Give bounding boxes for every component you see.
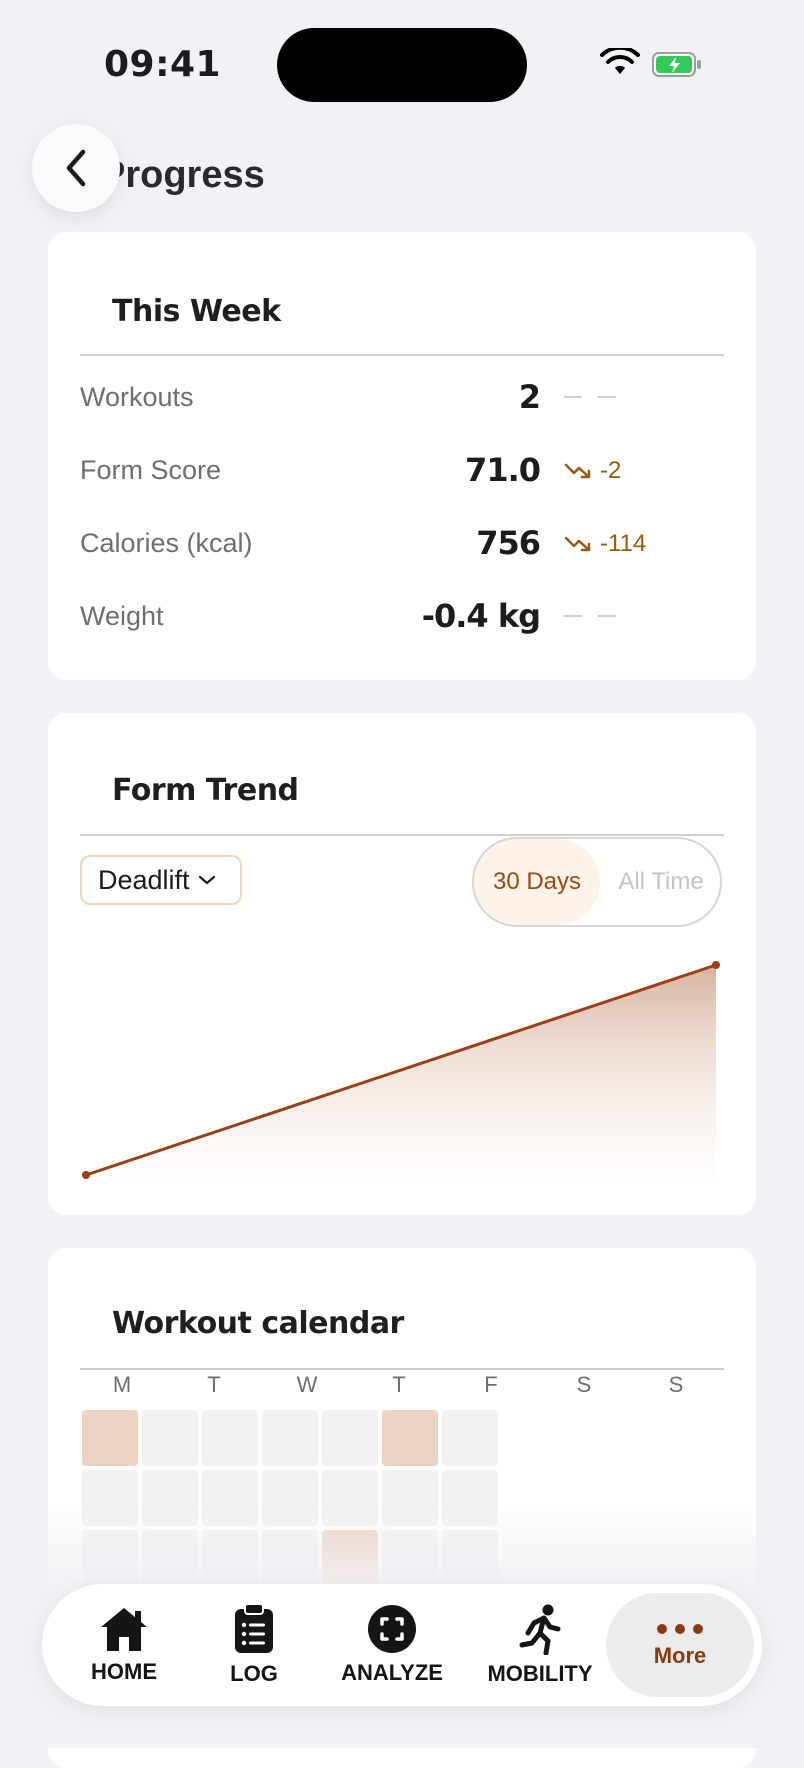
exercise-dropdown[interactable]: Deadlift: [80, 855, 242, 905]
stat-delta-value: -114: [600, 530, 647, 557]
clipboard-icon: [235, 1603, 273, 1653]
tab-log[interactable]: LOG: [192, 1584, 316, 1706]
form-trend-title: Form Trend: [112, 773, 299, 808]
no-change-indicator: [564, 615, 622, 617]
stat-delta: -2: [564, 457, 621, 485]
trend-down-icon: [564, 463, 591, 479]
stat-label: Form Score: [80, 455, 222, 485]
weekday-label: T: [392, 1372, 406, 1397]
form-trend-card: Form Trend Deadlift 30 Days All Time: [48, 713, 756, 1215]
wifi-icon: [600, 48, 640, 74]
weekday-label: T: [207, 1372, 221, 1397]
dynamic-island: [277, 28, 527, 102]
calendar-day-cell: [382, 1410, 438, 1466]
exercise-dropdown-value: Deadlift: [98, 864, 190, 895]
calendar-day-cell: [142, 1410, 198, 1466]
divider: [80, 354, 724, 356]
stat-row-calories: Calories (kcal) 756 -114: [80, 520, 724, 570]
workout-calendar-title: Workout calendar: [112, 1306, 404, 1341]
trend-point: [82, 1171, 90, 1179]
calendar-day-cell: [262, 1410, 318, 1466]
stat-value: 756: [476, 524, 541, 562]
trend-down-icon: [564, 536, 591, 552]
stat-row-workouts: Workouts 2: [80, 374, 724, 424]
this-week-card: This Week Workouts 2 Form Score 71.0 -2 …: [48, 232, 756, 680]
more-dots-icon: [657, 1624, 703, 1634]
stat-value: -0.4 kg: [421, 597, 541, 635]
weekday-label: S: [668, 1372, 684, 1397]
chevron-left-icon: [66, 149, 86, 187]
bottom-tab-bar: HOME LOG ANALYZE MOBILITY More: [42, 1584, 762, 1706]
house-icon: [101, 1608, 147, 1651]
back-button[interactable]: [32, 124, 120, 212]
trend-point: [712, 961, 720, 969]
stat-row-form-score: Form Score 71.0 -2: [80, 447, 724, 497]
tab-label: HOME: [91, 1659, 157, 1684]
calendar-day-cell: [442, 1410, 498, 1466]
tab-mobility[interactable]: MOBILITY: [470, 1584, 610, 1706]
divider: [80, 1368, 724, 1370]
tab-label: MOBILITY: [487, 1661, 593, 1686]
tab-home[interactable]: HOME: [62, 1584, 186, 1706]
tab-analyze[interactable]: ANALYZE: [322, 1584, 462, 1706]
calendar-day-cell: [82, 1410, 138, 1466]
scan-icon: [368, 1605, 416, 1653]
weekday-label: W: [296, 1372, 318, 1397]
weekday-label: S: [576, 1372, 592, 1397]
divider: [80, 834, 724, 836]
range-option-all-time[interactable]: All Time: [600, 839, 722, 925]
weekday-label: M: [112, 1372, 132, 1397]
this-week-title: This Week: [112, 294, 281, 329]
stat-delta: -114: [564, 530, 646, 558]
range-segmented-control: 30 Days All Time: [472, 837, 722, 927]
no-change-indicator: [564, 396, 622, 398]
tab-more[interactable]: More: [606, 1593, 754, 1697]
stat-label: Workouts: [80, 382, 194, 412]
chevron-down-icon: [198, 875, 215, 885]
stat-row-weight: Weight -0.4 kg: [80, 593, 724, 643]
tab-label: LOG: [230, 1661, 278, 1686]
runner-icon: [519, 1604, 561, 1655]
tab-label: More: [653, 1643, 707, 1668]
battery-icon: [652, 52, 701, 77]
stat-value: 2: [518, 378, 541, 416]
status-time: 09:41: [104, 44, 222, 85]
stat-label: Weight: [80, 601, 164, 631]
calendar-day-cell: [202, 1410, 258, 1466]
page-title: Progress: [100, 154, 265, 196]
form-trend-chart: [82, 961, 720, 1181]
range-option-30-days[interactable]: 30 Days: [474, 839, 600, 925]
tab-label: ANALYZE: [341, 1660, 443, 1685]
calendar-day-cell: [322, 1410, 378, 1466]
weekday-label: F: [484, 1372, 498, 1397]
stat-value: 71.0: [465, 451, 541, 489]
stat-delta-value: -2: [600, 457, 622, 484]
stat-label: Calories (kcal): [80, 528, 253, 558]
